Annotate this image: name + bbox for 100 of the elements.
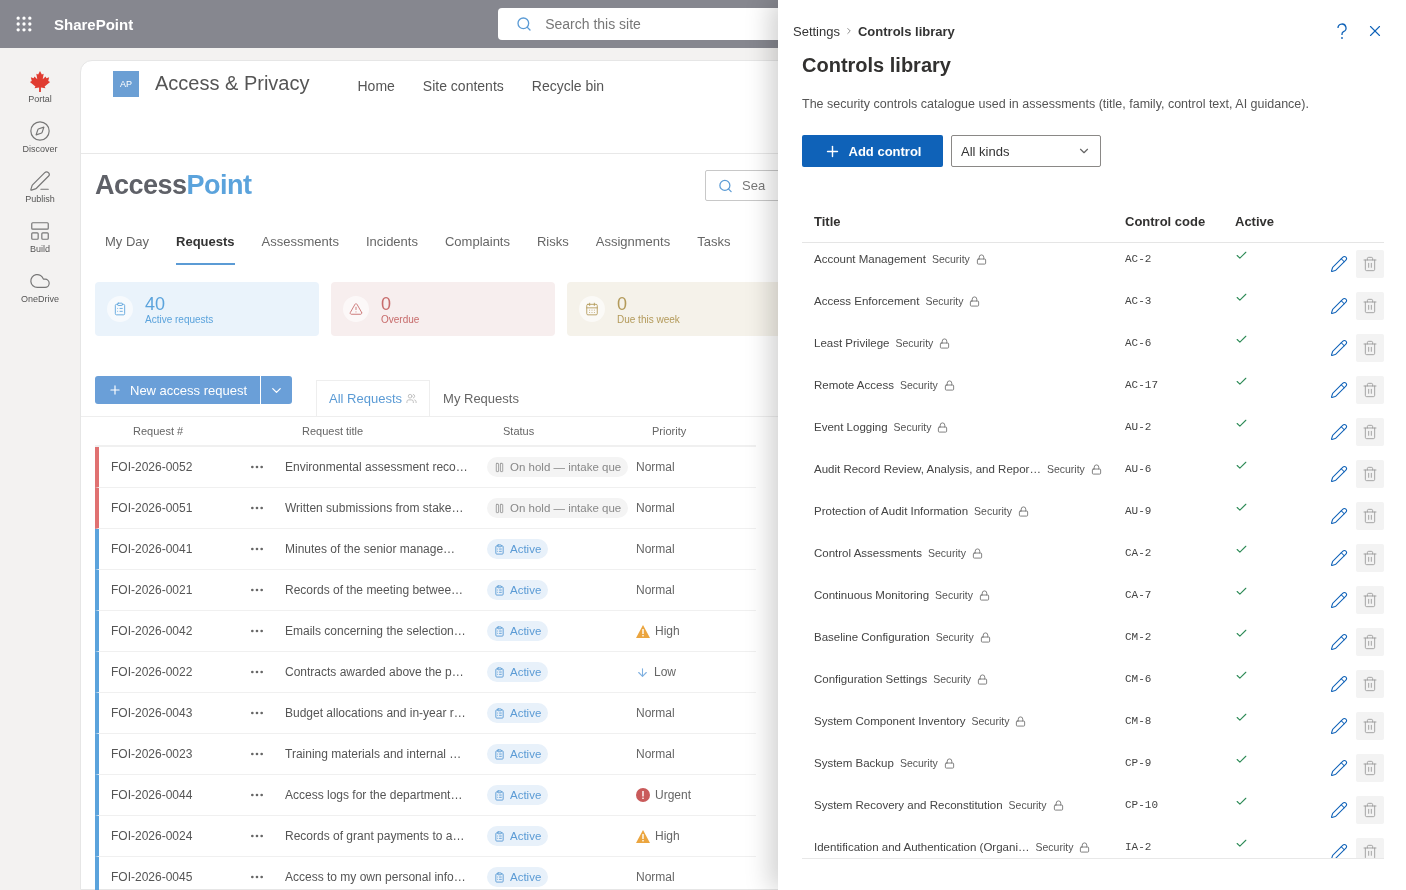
family-tag: Security	[899, 379, 938, 391]
status-badge: Active	[487, 539, 549, 559]
trash-icon	[1362, 508, 1378, 524]
warning-icon	[636, 829, 650, 843]
priority-label: Normal	[636, 542, 675, 556]
dropdown-button[interactable]	[260, 376, 293, 404]
control-title: Event Logging	[814, 421, 888, 433]
rail-item[interactable]: Discover	[22, 120, 58, 162]
help-icon[interactable]	[1334, 22, 1350, 40]
search-field[interactable]: Search this site	[498, 8, 778, 40]
nav-tab[interactable]: Assessments	[261, 229, 339, 265]
table-cell: Budget allocations and in-year r…	[285, 693, 487, 734]
nav-link[interactable]: Recycle bin	[531, 78, 605, 94]
control-title: Continuous Monitoring	[814, 589, 930, 601]
edit-icon[interactable]	[1330, 507, 1348, 525]
status-badge: Active	[487, 826, 549, 846]
maple-leaf-icon	[29, 70, 51, 92]
breadcrumb-link[interactable]: Settings	[793, 23, 840, 39]
priority-label: Low	[636, 665, 676, 679]
family-tag: Security	[1035, 841, 1074, 853]
priority-label: Urgent	[636, 788, 692, 802]
control-code: IA-2	[1125, 841, 1153, 853]
chevron-right-icon	[844, 26, 854, 36]
edit-icon[interactable]	[1330, 255, 1348, 273]
clipboard-icon	[494, 871, 505, 883]
nav-link[interactable]: Home	[357, 78, 395, 94]
people-icon	[406, 393, 418, 404]
rail-item[interactable]: Build	[29, 220, 51, 262]
rail-item[interactable]: Portal	[28, 70, 52, 112]
panel-description: The security controls catalogue used in assessments (title, family, control text, AI guidance).	[802, 97, 1310, 111]
edit-icon[interactable]	[1330, 423, 1348, 441]
control-title: System Backup	[814, 757, 894, 769]
lock-icon	[939, 337, 951, 349]
search-field[interactable]: Sea	[705, 170, 778, 201]
edit-icon[interactable]	[1330, 591, 1348, 609]
status-badge: On hold — intake que	[487, 498, 629, 518]
clipboard-icon	[494, 543, 505, 555]
priority-label: Normal	[636, 583, 675, 597]
priority-label: Normal	[636, 706, 675, 720]
clipboard-icon	[494, 625, 505, 637]
pause-icon	[494, 461, 505, 473]
family-tag: Security	[935, 631, 974, 643]
edit-icon[interactable]	[1330, 381, 1348, 399]
table-cell: Records of the meeting betwee…	[285, 570, 487, 611]
app-name[interactable]: SharePoint	[54, 15, 134, 33]
nav-tab[interactable]: Complaints	[444, 229, 510, 265]
column-header: Priority	[636, 417, 756, 447]
nav-tab[interactable]: Tasks	[697, 229, 731, 265]
family-tag: Security	[933, 673, 972, 685]
control-code: CA-2	[1125, 547, 1153, 559]
family-tag: Security	[895, 337, 934, 349]
clipboard-icon	[494, 707, 505, 719]
column-header: Request title	[285, 417, 487, 447]
control-title: Protection of Audit Information	[814, 505, 969, 517]
clipboard-icon	[113, 302, 127, 316]
rail-item[interactable]: OneDrive	[21, 270, 59, 312]
table-cell: FOI-2026-0024	[111, 816, 249, 857]
site-logo: AP	[113, 71, 139, 97]
status-badge: Active	[487, 662, 549, 682]
nav-tab[interactable]: Incidents	[365, 229, 418, 265]
edit-icon[interactable]	[1330, 633, 1348, 651]
edit-icon[interactable]	[1330, 675, 1348, 693]
edit-icon[interactable]	[1330, 801, 1348, 819]
trash-icon	[1362, 592, 1378, 608]
edit-icon[interactable]	[1330, 297, 1348, 315]
app-launcher-icon[interactable]	[14, 14, 34, 34]
edit-icon[interactable]	[1330, 759, 1348, 777]
control-code: CM-6	[1125, 673, 1153, 685]
trash-icon	[1362, 466, 1378, 482]
add-control-button[interactable]: Add control	[802, 135, 943, 167]
rail-item[interactable]: Publish	[25, 170, 55, 212]
edit-icon[interactable]	[1330, 843, 1348, 858]
trash-icon	[1362, 844, 1378, 858]
nav-tab[interactable]: My Day	[105, 229, 150, 265]
control-title: Access Enforcement	[814, 295, 920, 307]
clipboard-icon	[494, 748, 505, 760]
clipboard-icon	[494, 666, 505, 678]
kind-dropdown[interactable]: All kinds	[951, 135, 1101, 167]
search-icon	[718, 178, 733, 193]
column-header: Title	[814, 214, 842, 229]
edit-icon[interactable]	[1330, 717, 1348, 735]
edit-icon[interactable]	[1330, 549, 1348, 567]
nav-tab[interactable]: Assignments	[595, 229, 671, 265]
plus-icon	[108, 383, 122, 397]
nav-link[interactable]: Site contents	[422, 78, 504, 94]
nav-tab[interactable]: Risks	[537, 229, 569, 265]
trash-icon	[1362, 382, 1378, 398]
nav-tab[interactable]: Requests	[176, 229, 235, 265]
edit-icon[interactable]	[1330, 465, 1348, 483]
brand-logo: AccessPoint	[95, 170, 253, 201]
arrow-down-icon	[636, 665, 649, 679]
column-header: Control code	[1125, 214, 1207, 229]
trash-icon	[1362, 256, 1378, 272]
breadcrumb-link[interactable]: Controls library	[858, 23, 955, 39]
search-icon	[516, 16, 533, 32]
lock-icon	[977, 673, 989, 685]
edit-icon[interactable]	[1330, 339, 1348, 357]
table-cell: Access to my own personal info…	[285, 857, 487, 890]
table-cell: Written submissions from stake…	[285, 488, 487, 529]
table-cell: FOI-2026-0043	[111, 693, 249, 734]
